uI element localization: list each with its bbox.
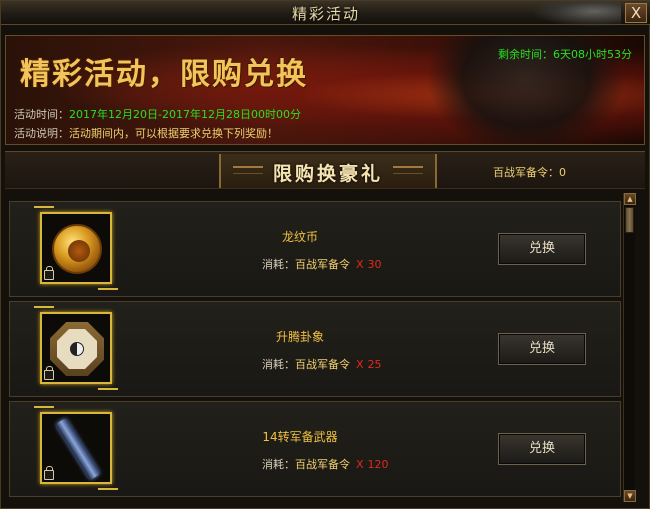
dragon-coin-icon xyxy=(52,224,102,274)
cost-multiplier: X xyxy=(356,358,364,371)
cost-token: 百战军备令 xyxy=(295,358,350,371)
lock-icon xyxy=(44,466,54,480)
section-header: 限购换豪礼 百战军备令：0 xyxy=(5,151,645,189)
banner-heading: 精彩活动，限购兑换 xyxy=(20,57,308,92)
close-button[interactable]: X xyxy=(625,3,647,23)
item-slot[interactable] xyxy=(34,406,118,490)
scroll-down-icon[interactable]: ▼ xyxy=(624,490,636,502)
reward-list: 龙纹币 消耗：百战军备令X30 兑换 升腾卦象 消耗：百战军备令X25 xyxy=(9,195,621,508)
cost-token: 百战军备令 xyxy=(295,458,350,471)
lock-icon xyxy=(44,266,54,280)
activity-desc-value: 活动期间内，可以根据要求兑换下列奖励！ xyxy=(69,127,278,140)
item-slot[interactable] xyxy=(34,206,118,290)
countdown-value: 6天08小时53分 xyxy=(553,48,632,61)
cost-amount: 30 xyxy=(367,258,382,271)
exchange-button[interactable]: 兑换 xyxy=(498,233,586,265)
activity-time-label: 活动时间： xyxy=(14,108,69,121)
activity-time: 活动时间：2017年12月20日-2017年12月28日00时00分 xyxy=(14,106,301,122)
activity-description: 活动说明：活动期间内，可以根据要求兑换下列奖励！ xyxy=(14,125,278,141)
token-balance-label: 百战军备令： xyxy=(493,166,559,179)
list-item: 升腾卦象 消耗：百战军备令 X 25 兑换 xyxy=(9,301,621,397)
item-slot[interactable] xyxy=(34,306,118,390)
activity-time-value: 2017年12月20日-2017年12月28日00时00分 xyxy=(69,108,301,121)
item-name: 龙纹币 xyxy=(281,230,318,244)
list-scrollbar[interactable]: ▲ ▼ xyxy=(623,193,636,502)
bagua-icon xyxy=(50,322,104,376)
exchange-button[interactable]: 兑换 xyxy=(498,333,586,365)
event-banner: 精彩活动，限购兑换 剩余时间：6天08小时53分 活动时间：2017年12月20… xyxy=(5,35,645,145)
scroll-thumb[interactable] xyxy=(625,207,634,233)
weapon-icon xyxy=(55,417,101,481)
exchange-button[interactable]: 兑换 xyxy=(498,433,586,465)
item-name: 14转军备武器 xyxy=(262,430,338,444)
cost-multiplier: X xyxy=(356,258,364,271)
list-item: 14转军备武器 消耗：百战军备令 X 120 兑换 xyxy=(9,401,621,497)
list-item: 龙纹币 消耗：百战军备令 X 30 兑换 xyxy=(9,201,621,297)
title-bar[interactable]: 精彩活动 X xyxy=(1,1,650,27)
cost-label: 消耗： xyxy=(262,358,295,371)
token-balance: 百战军备令：0 xyxy=(493,164,566,180)
token-balance-value: 0 xyxy=(559,166,566,179)
activity-window: 精彩活动 X 精彩活动，限购兑换 剩余时间：6天08小时53分 活动时间：201… xyxy=(0,0,650,509)
cost-label: 消耗： xyxy=(262,258,295,271)
lock-icon xyxy=(44,366,54,380)
cost-amount: 120 xyxy=(367,458,389,471)
ornament-right-icon xyxy=(393,166,423,174)
countdown: 剩余时间：6天08小时53分 xyxy=(498,46,632,62)
cost-token: 百战军备令 xyxy=(295,258,350,271)
countdown-label: 剩余时间： xyxy=(498,48,553,61)
scroll-up-icon[interactable]: ▲ xyxy=(624,193,636,205)
activity-desc-label: 活动说明： xyxy=(14,127,69,140)
cost-label: 消耗： xyxy=(262,458,295,471)
dragon-ornament-icon xyxy=(531,1,621,27)
cost-multiplier: X xyxy=(356,458,364,471)
cost-amount: 25 xyxy=(367,358,382,371)
ornament-left-icon xyxy=(233,166,263,174)
item-name: 升腾卦象 xyxy=(275,330,324,344)
